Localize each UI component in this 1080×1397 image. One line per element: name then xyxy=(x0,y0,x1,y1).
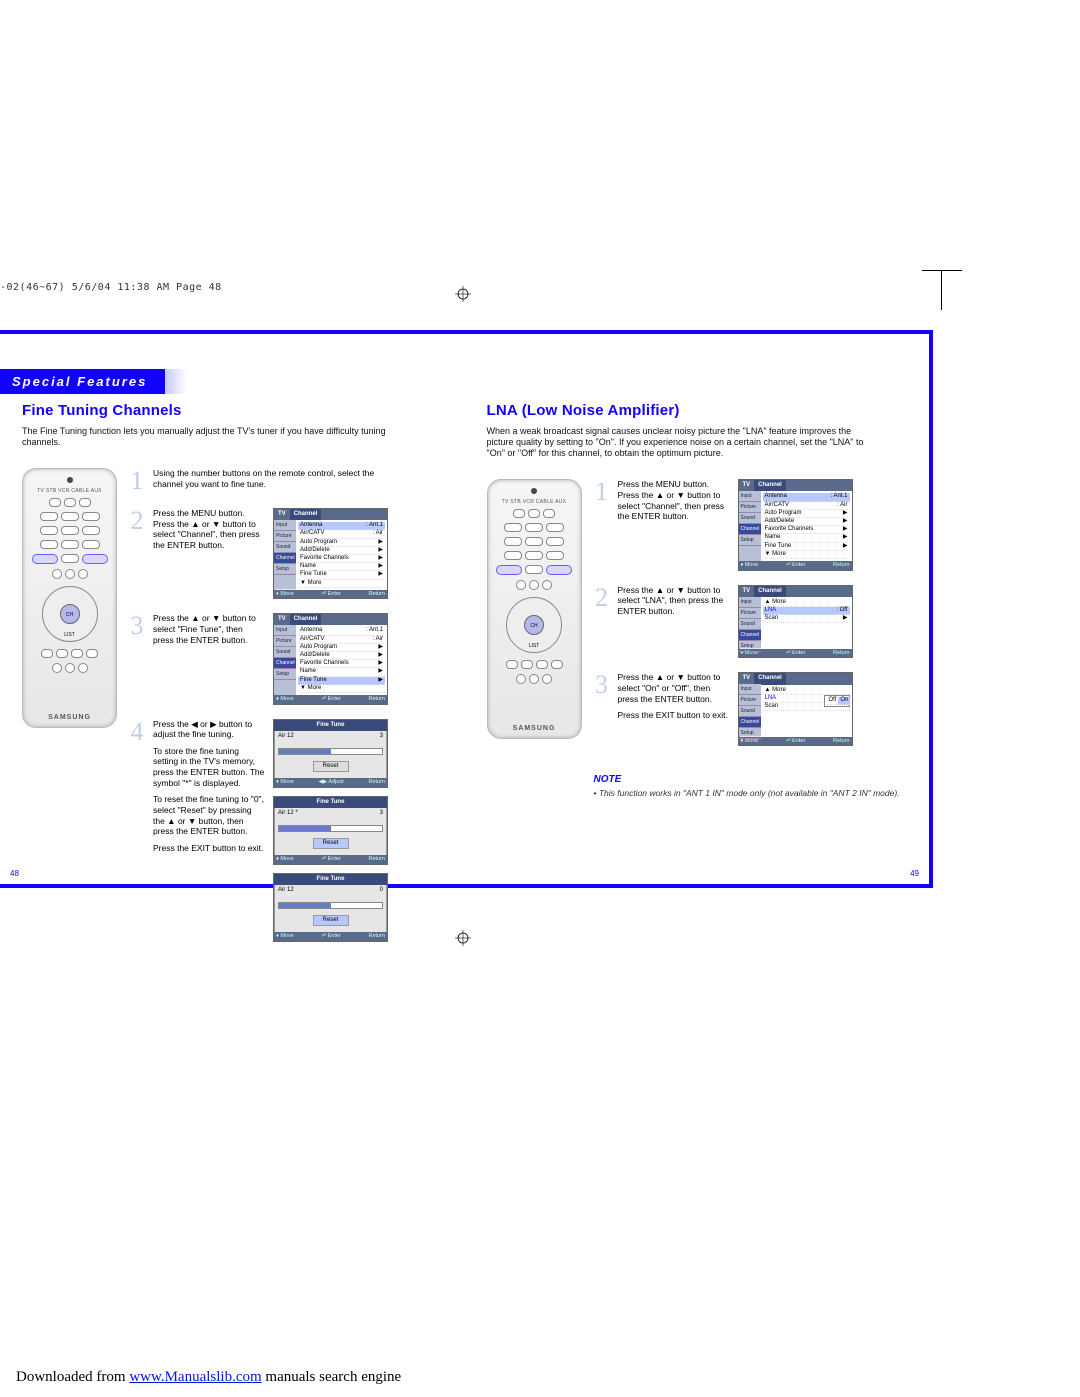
step-text: Press the MENU button. Press the ▲ or ▼ … xyxy=(153,508,265,551)
step-3: 3 Press the ▲ or ▼ button to select "Fin… xyxy=(129,613,447,704)
remote-control-figure: TV STB VCR CABLE AUX CH LIST SAMSUNG xyxy=(22,468,117,728)
step-text: Press the ▲ or ▼ button to select "Fine … xyxy=(153,613,265,645)
step-2: 2 Press the MENU button. Press the ▲ or … xyxy=(129,508,447,599)
note-heading: NOTE xyxy=(594,774,912,785)
download-attribution: Downloaded from www.Manualslib.com manua… xyxy=(16,1370,401,1385)
intro-text: The Fine Tuning function lets you manual… xyxy=(22,426,412,449)
step-number: 4 xyxy=(129,719,145,745)
brand-label: SAMSUNG xyxy=(513,725,556,732)
step-number: 1 xyxy=(129,468,145,494)
step-number: 2 xyxy=(129,508,145,534)
osd-lna-menu: TVChannel InputPictureSoundChannelSetup … xyxy=(738,585,853,659)
step-text: Press the ▲ or ▼ button to select "On" o… xyxy=(618,672,730,727)
manual-spread: Special Features Fine Tuning Channels Th… xyxy=(0,330,933,888)
section-tab: Special Features xyxy=(0,369,165,394)
step-1: 1 Using the number buttons on the remote… xyxy=(129,468,447,494)
dpad-icon: CH LIST xyxy=(506,597,562,653)
crop-mark-icon xyxy=(922,270,962,271)
step-number: 2 xyxy=(594,585,610,611)
osd-channel-menu-finetune: TVChannel InputPictureSoundChannelSetup … xyxy=(273,613,388,704)
osd-fine-tune-reset: Fine Tune Air 12 *3 Reset ♦ Move⏎ EnterR… xyxy=(273,796,388,865)
remote-mode-labels: TV STB VCR CABLE AUX xyxy=(37,488,102,494)
step-number: 3 xyxy=(594,672,610,698)
osd-fine-tune: Fine Tune Air 123 Reset ♦ Move◀▶ AdjustR… xyxy=(273,719,388,788)
manualslib-link[interactable]: www.Manualslib.com xyxy=(129,1369,261,1385)
step-1: 1 Press the MENU button. Press the ▲ or … xyxy=(594,479,912,570)
osd-channel-menu: TVChannel InputPictureSoundChannelSetup … xyxy=(273,508,388,599)
registration-mark-icon xyxy=(455,286,471,302)
step-text: Press the ▲ or ▼ button to select "LNA",… xyxy=(618,585,730,617)
step-text: Press the ◀ or ▶ button to adjust the fi… xyxy=(153,719,265,860)
note-text: • This function works in "ANT 1 IN" mode… xyxy=(594,788,912,799)
dpad-icon: CH LIST xyxy=(42,586,98,642)
step-text: Press the MENU button. Press the ▲ or ▼ … xyxy=(618,479,730,522)
pdf-header-text: -02(46~67) 5/6/04 11:38 AM Page 48 xyxy=(0,283,222,293)
remote-control-figure: TV STB VCR CABLE AUX CH LIST SAMSUNG xyxy=(487,479,582,739)
step-number: 1 xyxy=(594,479,610,505)
page-49: LNA (Low Noise Amplifier) When a weak br… xyxy=(465,334,930,884)
note-block: NOTE • This function works in "ANT 1 IN"… xyxy=(594,760,912,799)
step-text: Using the number buttons on the remote c… xyxy=(153,468,393,489)
step-3: 3 Press the ▲ or ▼ button to select "On"… xyxy=(594,672,912,746)
step-number: 3 xyxy=(129,613,145,639)
brand-label: SAMSUNG xyxy=(48,714,91,721)
intro-text: When a weak broadcast signal causes uncl… xyxy=(487,426,877,460)
page-title: LNA (Low Noise Amplifier) xyxy=(487,403,912,420)
step-2: 2 Press the ▲ or ▼ button to select "LNA… xyxy=(594,585,912,659)
page-title: Fine Tuning Channels xyxy=(22,403,447,420)
registration-mark-icon xyxy=(455,930,471,946)
step-4: 4 Press the ◀ or ▶ button to adjust the … xyxy=(129,719,447,942)
osd-fine-tune-zero: Fine Tune Air 120 Reset ♦ Move⏎ EnterRet… xyxy=(273,873,388,942)
page-48: Special Features Fine Tuning Channels Th… xyxy=(0,334,465,884)
osd-lna-select: TVChannel InputPictureSoundChannelSetup … xyxy=(738,672,853,746)
remote-mode-labels: TV STB VCR CABLE AUX xyxy=(502,499,567,505)
osd-channel-menu: TVChannel InputPictureSoundChannelSetup … xyxy=(738,479,853,570)
crop-mark-icon xyxy=(941,270,942,310)
page-number: 48 xyxy=(10,869,19,878)
page-number: 49 xyxy=(910,869,919,878)
